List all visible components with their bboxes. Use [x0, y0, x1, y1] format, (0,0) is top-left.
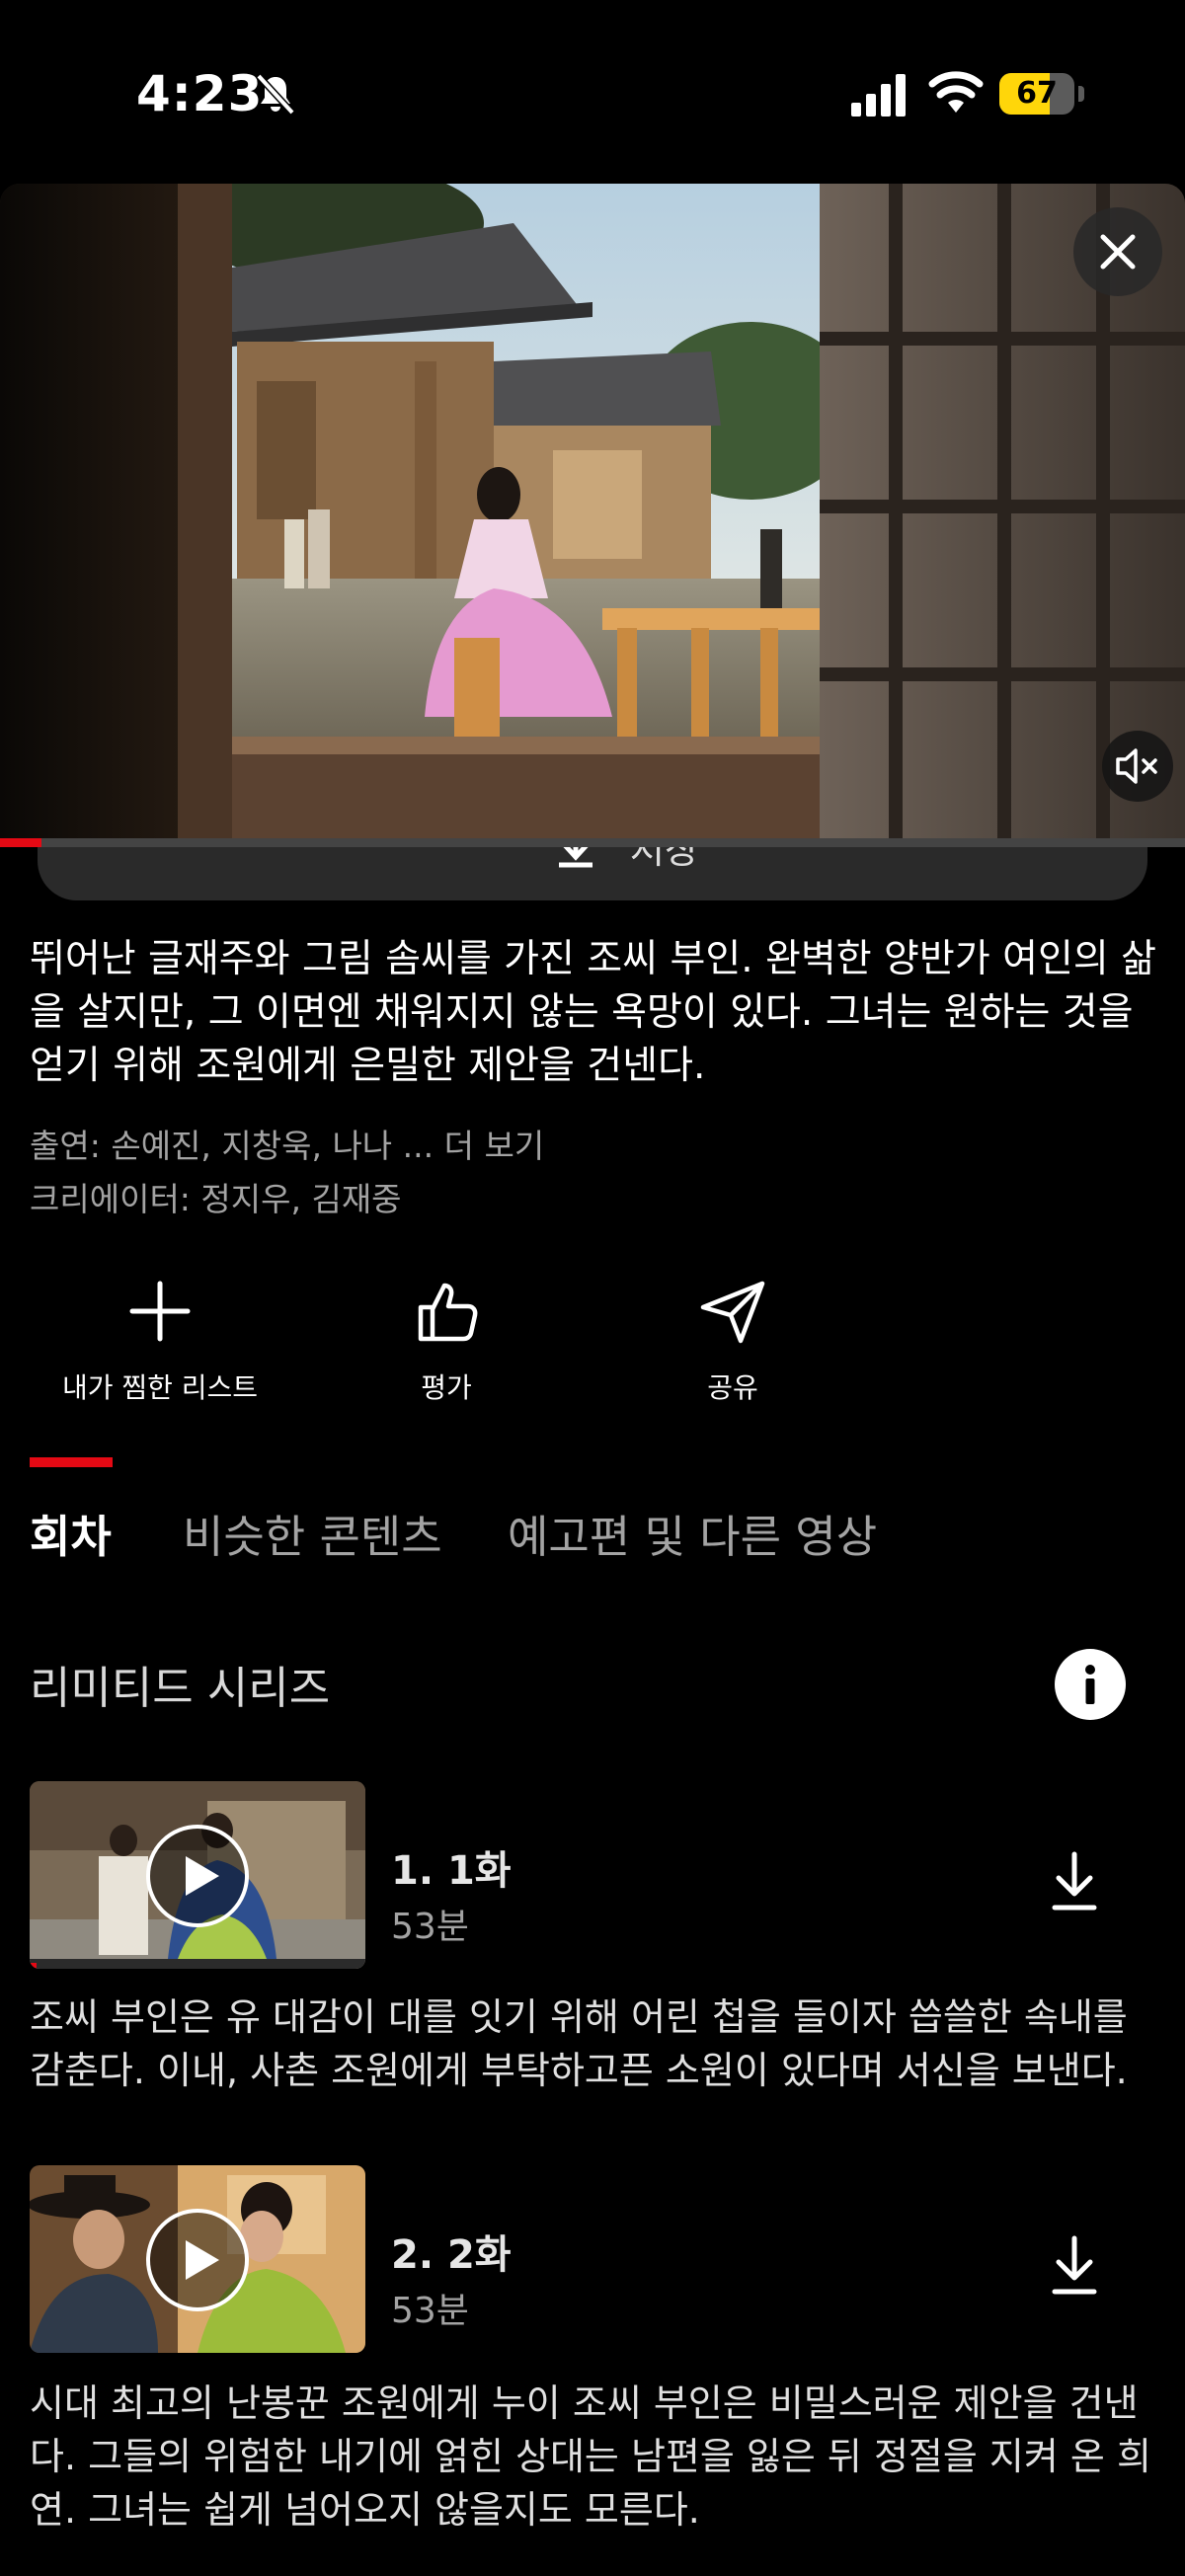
video-frame-image — [0, 184, 1185, 847]
info-button[interactable] — [1055, 1649, 1126, 1720]
video-progress-bar[interactable] — [0, 838, 1185, 847]
tab-episodes[interactable]: 회차 — [30, 1501, 112, 1565]
cast-text: 출연: 손예진, 지창욱, 나나 — [30, 1127, 403, 1165]
rate-label: 평가 — [421, 1371, 472, 1404]
share-button[interactable]: 공유 — [614, 1274, 851, 1406]
info-icon — [1085, 1665, 1095, 1704]
speaker-muted-icon — [1116, 748, 1157, 784]
battery-icon: 67 — [999, 73, 1084, 115]
bell-slash-icon — [256, 73, 295, 116]
thumbs-up-icon — [418, 1283, 478, 1342]
cast-ellipsis: ... — [402, 1127, 434, 1165]
video-player[interactable] — [0, 184, 1185, 847]
episode-description: 조씨 부인은 유 대감이 대를 잇기 위해 어린 첩을 들이자 씁쓸한 속내를 … — [30, 1995, 1128, 2092]
my-list-button[interactable]: 내가 찜한 리스트 — [41, 1274, 278, 1406]
wifi-icon — [928, 71, 984, 113]
download-icon[interactable] — [1041, 1848, 1108, 1915]
status-bar: 4:23 67 — [0, 0, 1185, 183]
series-type-label: 리미티드 시리즈 — [30, 1662, 331, 1714]
active-tab-indicator — [30, 1457, 113, 1467]
video-progress-fill — [0, 838, 41, 847]
cellular-signal-icon — [851, 74, 906, 117]
share-label: 공유 — [707, 1371, 758, 1404]
cast-more-link[interactable]: 더 보기 — [434, 1127, 545, 1165]
episode-duration: 53분 — [391, 1907, 469, 1947]
episode-duration: 53분 — [391, 2291, 469, 2331]
download-icon — [559, 847, 592, 868]
tab-trailers-more[interactable]: 예고편 및 다른 영상 — [508, 1501, 877, 1565]
episode-thumbnail[interactable] — [30, 2165, 365, 2353]
status-time: 4:23 — [136, 65, 264, 122]
plus-icon — [129, 1281, 191, 1342]
episode-title: 2. 2화 — [391, 2232, 512, 2278]
episode-title: 1. 1화 — [391, 1848, 512, 1894]
play-icon[interactable] — [144, 2207, 251, 2313]
rate-button[interactable]: 평가 — [328, 1274, 565, 1406]
battery-level: 67 — [1016, 76, 1058, 111]
close-icon — [1100, 234, 1136, 270]
play-icon[interactable] — [144, 1823, 251, 1929]
episode-description: 시대 최고의 난봉꾼 조원에게 누이 조씨 부인은 비밀스러운 제안을 건낸다.… — [30, 2381, 1151, 2532]
send-icon — [700, 1281, 765, 1344]
close-button[interactable] — [1073, 207, 1162, 296]
mute-toggle-button[interactable] — [1102, 731, 1173, 802]
download-button-label: 저장 — [630, 847, 699, 872]
cast-line: 출연: 손예진, 지창욱, 나나 ... 더 보기 — [30, 1120, 544, 1167]
show-description: 뛰어난 글재주와 그림 솜씨를 가진 조씨 부인. 완벽한 양반가 여인의 삶을… — [30, 937, 1157, 1088]
download-icon[interactable] — [1041, 2232, 1108, 2300]
episode-watched-bar — [30, 1963, 37, 1969]
tab-similar-content[interactable]: 비슷한 콘텐츠 — [183, 1501, 442, 1565]
my-list-label: 내가 찜한 리스트 — [61, 1371, 259, 1404]
action-bar: 내가 찜한 리스트 평가 공유 — [0, 1274, 1185, 1412]
download-button[interactable]: 저장 — [38, 847, 1147, 900]
creators-line: 크리에이터: 정지우, 김재중 — [30, 1180, 402, 1218]
episode-thumbnail[interactable] — [30, 1781, 365, 1969]
